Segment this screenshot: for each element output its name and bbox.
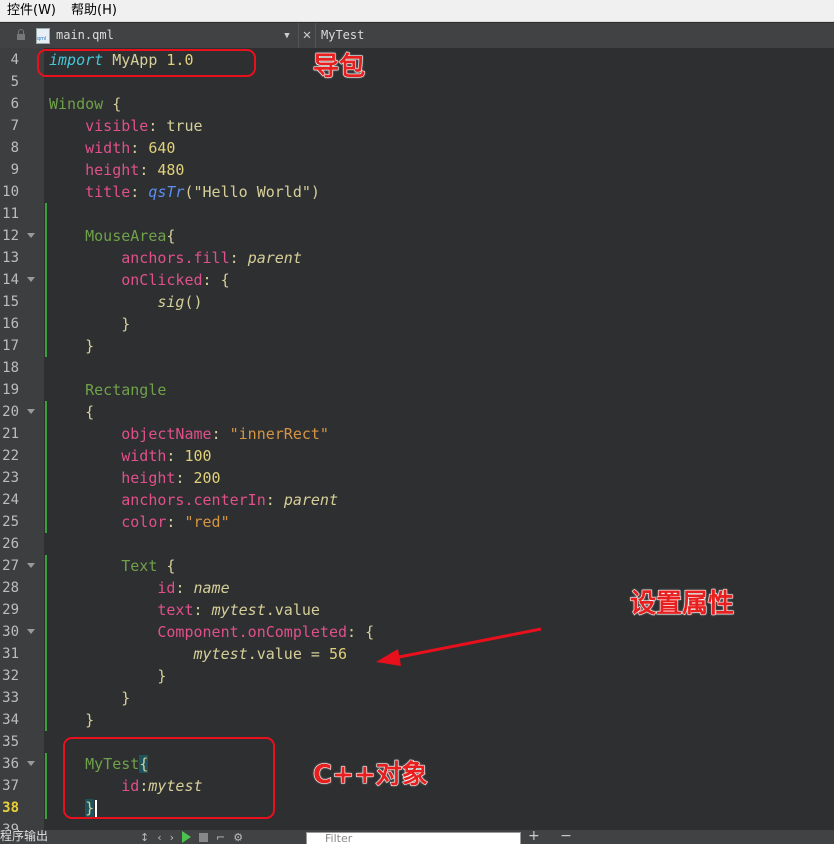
annotation-arrow-line: [393, 627, 542, 660]
back-icon[interactable]: ‹: [157, 831, 161, 844]
output-pane-header: 程序输出 ↕ ‹ › ⌐ ⚙ Filter + −: [0, 830, 834, 844]
filter-input[interactable]: Filter: [306, 832, 521, 844]
forward-icon[interactable]: ›: [170, 831, 174, 844]
lock-icon: [14, 23, 30, 48]
pin-icon[interactable]: ↕: [140, 831, 149, 844]
pane-size-controls[interactable]: + −: [528, 830, 580, 844]
annotation-arrow-head: [376, 649, 401, 666]
qml-file-icon: [36, 27, 50, 44]
output-pane-title[interactable]: 程序输出: [0, 830, 48, 844]
output-toolbar: ↕ ‹ › ⌐ ⚙: [140, 830, 243, 844]
run-icon[interactable]: [182, 831, 192, 843]
stop-icon[interactable]: [199, 832, 209, 842]
gear-icon[interactable]: ⚙: [233, 831, 243, 844]
menu-item-help[interactable]: 帮助(H): [64, 0, 125, 22]
clear-icon[interactable]: ⌐: [216, 831, 225, 844]
code-editor[interactable]: 4 import MyApp 1.0 5 6 Window {7 visible: tr…: [0, 48, 834, 830]
menu-item-controls[interactable]: 控件(W): [0, 0, 64, 22]
chevron-down-icon[interactable]: ▼: [280, 31, 294, 41]
editor-toolbar: main.qml ▼ ✕ MyTest: [0, 23, 834, 48]
menubar: 控件(W) 帮助(H): [0, 0, 834, 22]
object-highlight-box: [63, 737, 275, 819]
object-annotation-label: C++对象: [313, 760, 429, 791]
open-file-selector[interactable]: main.qml: [56, 23, 280, 48]
annotation-arrow: [376, 627, 542, 666]
symbol-selector[interactable]: MyTest: [321, 23, 364, 48]
close-icon[interactable]: ✕: [298, 23, 316, 48]
